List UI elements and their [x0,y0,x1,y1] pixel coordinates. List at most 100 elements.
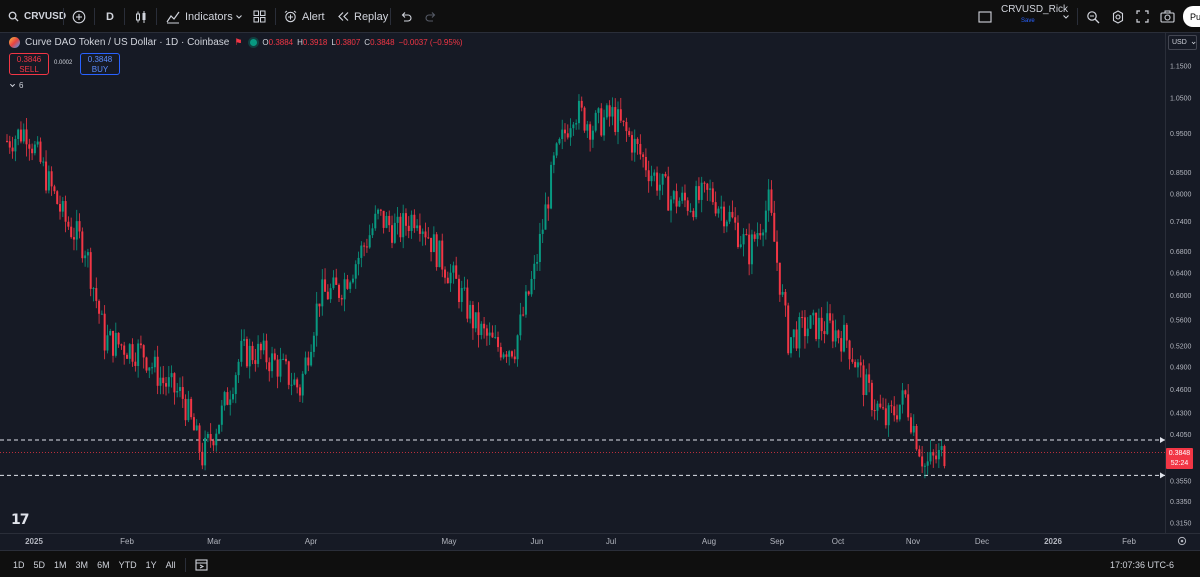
layouts-button[interactable] [253,0,266,33]
fullscreen-button[interactable] [1136,0,1149,33]
candle-body [231,394,234,400]
candle-body [56,191,59,204]
axis-settings-button[interactable] [1177,536,1187,549]
candle-body [103,313,106,351]
currency-label: USD [1172,39,1187,46]
indicator-toggle[interactable]: 6 [9,81,23,90]
candle-body [296,379,299,388]
candle-body [477,312,480,336]
time-axis[interactable]: 2025 Feb Mar Apr May Jun Jul Aug Sep Oct… [0,533,1200,550]
interval-button[interactable]: D [106,0,114,33]
indicators-dropdown[interactable] [235,0,243,33]
flag-icon[interactable]: ⚑ [234,37,242,48]
candle-body [753,234,756,239]
compare-button[interactable] [72,0,86,33]
candle-body [594,112,597,131]
divider [94,8,95,25]
buy-button[interactable]: 0.3848 BUY [80,53,120,75]
sell-button[interactable]: 0.3846 SELL [9,53,49,75]
indicators-button[interactable]: Indicators [166,0,233,33]
symbol-search[interactable]: CRVUSD [8,0,66,33]
candle-body [923,465,926,467]
candle-body [664,173,667,177]
clock-label: 17:07:36 UTC-6 [1110,559,1175,570]
candle-body [92,288,95,290]
candle-body [519,314,522,336]
layout-name[interactable]: CRVUSD_Rick [1001,0,1068,18]
chevron-down-icon [1191,41,1196,44]
calendar-goto-icon[interactable] [195,558,208,571]
replay-button[interactable]: Replay [337,0,388,33]
candle-body [820,317,823,332]
candle-body [134,361,137,366]
candle-body [617,109,620,132]
layout-menu-button[interactable] [978,0,992,33]
redo-button[interactable] [425,0,437,33]
candle-body [536,261,539,264]
candle-body [385,215,388,228]
candle-body [868,374,871,383]
tradingview-logo[interactable]: 17 [11,512,30,528]
clock[interactable]: 17:07:36 UTC-6 [1110,551,1174,577]
candle-body [762,232,765,236]
candle-body [75,221,78,240]
candle-body [550,164,553,209]
replay-label: Replay [354,10,389,23]
alert-button[interactable]: Alert [284,0,325,33]
range-button-6m[interactable]: 6M [97,560,110,570]
range-button-1m[interactable]: 1M [54,560,67,570]
candle-body [538,233,541,262]
chart-title[interactable]: Curve DAO Token / US Dollar · 1D · Coinb… [25,37,229,48]
range-button-ytd[interactable]: YTD [119,560,137,570]
redo-icon [425,12,436,22]
quick-search-button[interactable] [1086,0,1100,33]
candle-body [921,456,924,467]
candle-body [95,288,98,301]
candle-body [430,237,433,253]
currency-select[interactable]: USD [1168,35,1197,50]
undo-button[interactable] [400,0,412,33]
layout-dropdown[interactable] [1062,0,1070,33]
range-button-all[interactable]: All [166,560,176,570]
coin-logo-icon [9,37,20,48]
range-button-1d[interactable]: 1D [13,560,25,570]
candle-body [907,394,910,418]
save-status[interactable]: Save [1021,18,1035,24]
range-button-1y[interactable]: 1Y [146,560,157,570]
candle-body [125,354,128,359]
range-button-3m[interactable]: 3M [76,560,89,570]
candle-body [293,379,296,385]
candle-body [485,328,488,336]
divider [390,8,391,25]
price-chart[interactable] [0,33,1165,533]
candle-body [391,225,394,243]
range-button-5d[interactable]: 5D [34,560,46,570]
bar-countdown: 52:24 [1170,460,1189,467]
chart-type-button[interactable] [134,0,148,33]
candle-body [689,210,692,212]
settings-button[interactable] [1111,0,1125,33]
price-tick-label: 0.6400 [1170,270,1192,277]
publish-button[interactable]: Pu [1183,6,1200,27]
candle-body [622,120,625,122]
chart-pane[interactable]: Curve DAO Token / US Dollar · 1D · Coinb… [0,33,1165,533]
candle-body [413,214,416,229]
candle-body [237,361,240,376]
candle-body [159,377,162,386]
candle-body [603,117,606,136]
candle-body [8,141,11,148]
candle-body [404,213,407,226]
chart-legend: Curve DAO Token / US Dollar · 1D · Coinb… [9,37,463,48]
time-label: Feb [120,537,134,546]
snapshot-button[interactable] [1160,0,1175,33]
candle-body [918,449,921,457]
candle-body [78,221,81,232]
candle-body [441,240,444,270]
time-label: Mar [207,537,221,546]
gear-icon [1177,536,1187,546]
candle-body [329,288,332,300]
candle-body [131,344,134,362]
publish-label: Pu [1190,11,1200,22]
price-tick-label: 0.3350 [1170,499,1192,506]
candle-body [656,172,659,191]
